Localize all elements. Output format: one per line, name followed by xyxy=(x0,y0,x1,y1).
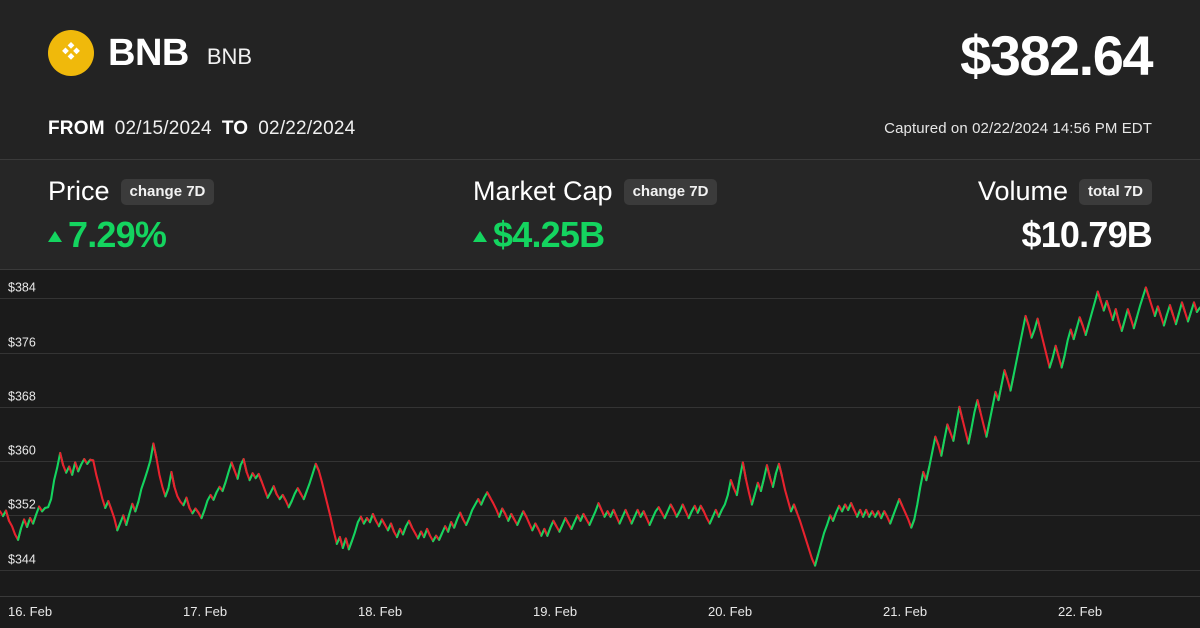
price-line-segment xyxy=(90,460,108,508)
arrow-up-icon xyxy=(473,231,487,242)
stat-volume-header: Volume total 7D xyxy=(978,178,1152,205)
price-line-segment xyxy=(1134,288,1149,329)
coin-name: BNB xyxy=(108,34,189,72)
stat-market-cap-value: $4.25B xyxy=(493,217,604,253)
stat-volume-title: Volume xyxy=(978,178,1068,205)
price-line-segment xyxy=(304,464,319,499)
stat-price-badge: change 7D xyxy=(121,179,215,205)
coindesk-price-card: BNB BNB FROM 02/15/2024 TO 02/22/2024 $3… xyxy=(0,0,1200,628)
x-axis-label: 22. Feb xyxy=(1058,604,1102,619)
price-line-segment xyxy=(926,437,938,480)
y-axis-label: $376 xyxy=(8,336,36,350)
price-line-segment xyxy=(815,515,833,565)
y-axis-label: $360 xyxy=(8,444,36,458)
price-line-segment xyxy=(153,444,168,497)
stat-price-title: Price xyxy=(48,178,110,205)
price-line-segment xyxy=(171,472,186,505)
stat-price-value: 7.29% xyxy=(68,217,166,253)
stat-volume-value: $10.79B xyxy=(1021,217,1152,253)
range-from-label: FROM xyxy=(48,118,105,140)
price-line-segment xyxy=(466,499,481,525)
price-line-segment xyxy=(349,517,364,550)
x-axis-label: 21. Feb xyxy=(883,604,927,619)
current-price: $382.64 xyxy=(960,28,1152,84)
binance-logo-icon xyxy=(48,30,94,76)
stat-market-cap-header: Market Cap change 7D xyxy=(473,178,717,205)
y-axis-label: $368 xyxy=(8,390,36,404)
price-chart: $384 $376 $368 $360 $352 $344 16. Feb 17. Feb 18… xyxy=(0,270,1200,628)
stat-volume: Volume total 7D $10.79B xyxy=(978,160,1152,270)
price-line-segment xyxy=(719,480,734,517)
arrow-up-icon xyxy=(48,231,62,242)
stat-market-cap-value-row: $4.25B xyxy=(473,217,717,253)
price-line-segment xyxy=(135,444,156,512)
x-axis-label: 20. Feb xyxy=(708,604,752,619)
card-header: BNB BNB FROM 02/15/2024 TO 02/22/2024 $3… xyxy=(0,0,1200,160)
price-line-segment xyxy=(1038,319,1053,368)
stat-price-value-row: 7.29% xyxy=(48,217,214,253)
stat-market-cap: Market Cap change 7D $4.25B xyxy=(473,160,717,270)
price-line-segment xyxy=(779,464,794,511)
price-chart-svg: $384 $376 $368 $360 $352 $344 16. Feb 17. Feb 18… xyxy=(0,270,1200,628)
x-axis-label: 17. Feb xyxy=(183,604,227,619)
range-to-value: 02/22/2024 xyxy=(258,118,355,140)
range-to-label: TO xyxy=(222,118,248,140)
y-axis-label: $344 xyxy=(8,553,36,567)
stat-volume-value-row: $10.79B xyxy=(978,217,1152,253)
price-line-segment xyxy=(794,505,818,566)
captured-timestamp: Captured on 02/22/2024 14:56 PM EDT xyxy=(884,120,1152,137)
y-axis-label: $384 xyxy=(8,281,36,295)
price-line-segment xyxy=(316,464,340,544)
stat-price: Price change 7D 7.29% xyxy=(48,160,214,270)
x-axis-label: 16. Feb xyxy=(8,604,52,619)
range-from-value: 02/15/2024 xyxy=(115,118,212,140)
coin-identity: BNB BNB xyxy=(48,30,252,76)
price-line-segment xyxy=(911,472,926,528)
stat-market-cap-title: Market Cap xyxy=(473,178,613,205)
stat-market-cap-badge: change 7D xyxy=(624,179,718,205)
coin-ticker: BNB xyxy=(207,46,252,68)
stats-band: Price change 7D 7.29% Market Cap change … xyxy=(0,160,1200,270)
stat-volume-badge: total 7D xyxy=(1079,179,1152,205)
y-axis-label: $352 xyxy=(8,498,36,512)
stat-price-header: Price change 7D xyxy=(48,178,214,205)
price-line-segment xyxy=(986,392,998,437)
x-axis-label: 19. Feb xyxy=(533,604,577,619)
x-axis-label: 18. Feb xyxy=(358,604,402,619)
date-range: FROM 02/15/2024 TO 02/22/2024 xyxy=(48,118,355,140)
